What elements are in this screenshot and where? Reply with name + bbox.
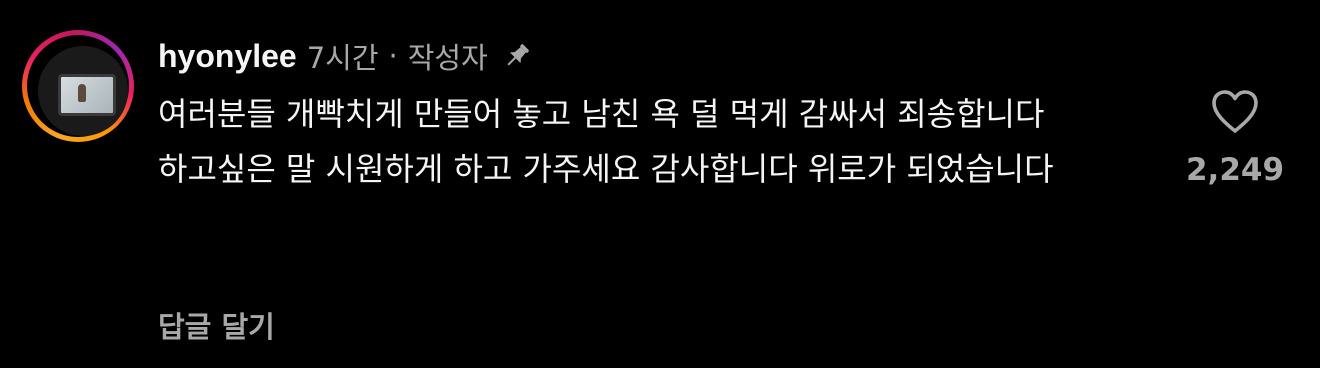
avatar [38, 46, 128, 136]
separator-dot: · [388, 39, 398, 73]
comment-paragraph: 여러분들 개빡치게 만들어 놓고 남친 욕 덜 먹게 감싸서 죄송합니다 [158, 95, 1045, 133]
like-count: 2,249 [1185, 152, 1285, 188]
comment-text: 여러분들 개빡치게 만들어 놓고 남친 욕 덜 먹게 감싸서 죄송합니다 하고싶… [158, 90, 1148, 200]
comment-paragraph: 하고싶은 말 시원하게 하고 가주세요 감사합니다 위로가 되었습니다 [158, 150, 1054, 188]
avatar-story-ring[interactable] [22, 30, 134, 142]
pin-icon [507, 44, 529, 66]
like-area: 2,249 [1180, 88, 1290, 188]
timestamp: 7시간 [306, 41, 379, 75]
author-badge: 작성자 [407, 41, 488, 75]
comment: hyonylee 7시간 · 작성자 여러분들 개빡치게 만들어 놓고 남친 욕… [0, 0, 1320, 368]
comment-header: hyonylee 7시간 · 작성자 [158, 34, 532, 78]
heart-outline-icon[interactable] [1210, 88, 1260, 134]
username[interactable]: hyonylee [158, 38, 297, 75]
reply-button[interactable]: 답글 달기 [158, 304, 275, 346]
